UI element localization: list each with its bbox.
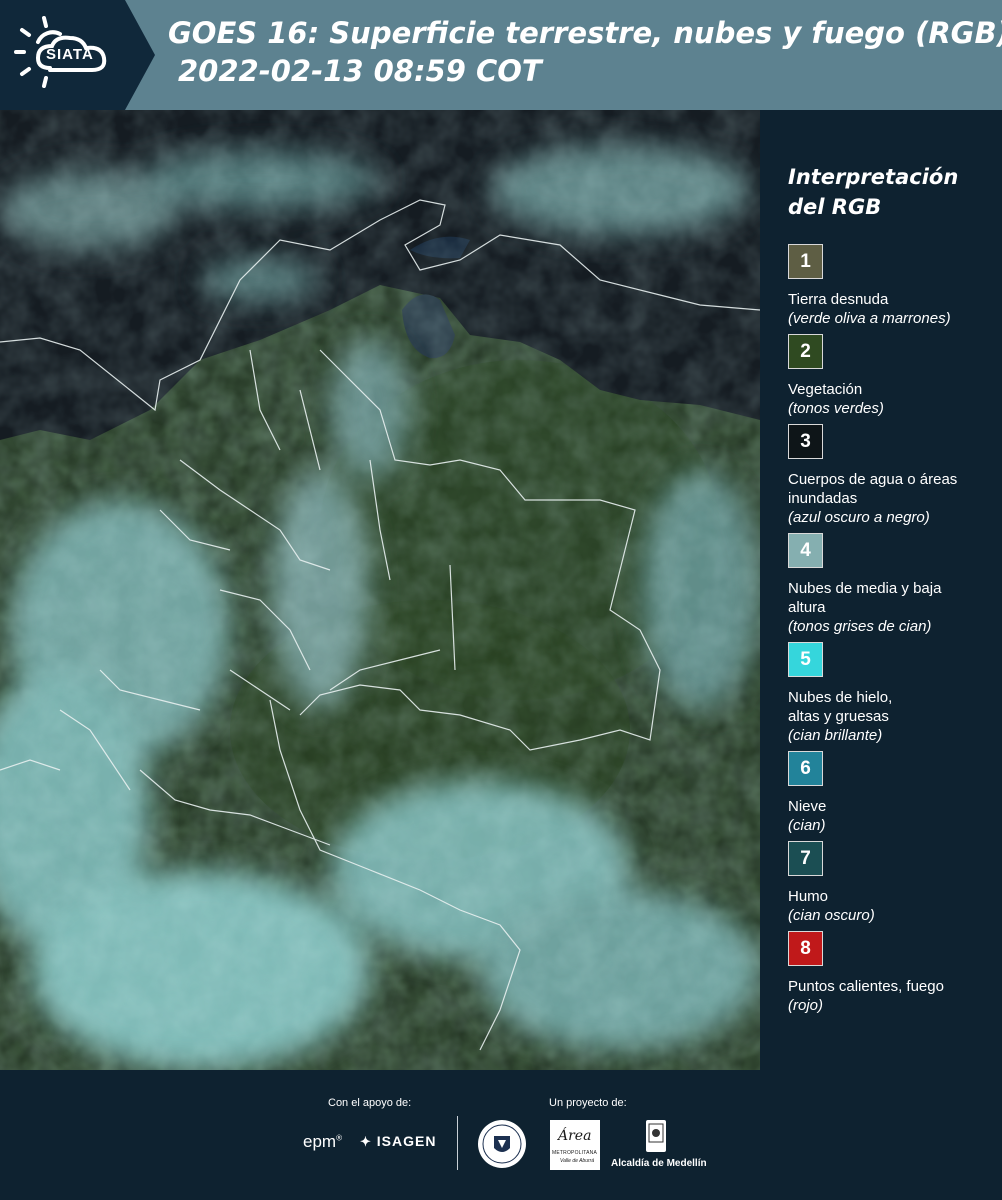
legend-swatch-4: 4 [788,533,823,568]
siata-logo-box: SIATA [0,0,125,110]
legend-item-4: 4 Nubes de media y baja altura (tonos gr… [788,533,998,636]
legend-desc-7: (cian oscuro) [788,907,875,924]
page-title: GOES 16: Superficie terrestre, nubes y f… [168,14,1002,90]
legend-item-3: 3 Cuerpos de agua o áreas inundadas (azu… [788,424,998,527]
area-logo-sub: Valle de Aburrá [560,1158,595,1164]
isagen-mark-icon: ✦ [360,1134,372,1149]
legend-title-line2: del RGB [788,195,882,219]
legend-label-2: Vegetación [788,381,863,398]
legend-title: Interpretación del RGB [788,162,988,222]
legend-label-8: Puntos calientes, fuego [788,978,944,995]
legend-desc-3: (azul oscuro a negro) [788,509,930,526]
legend-item-6: 6 Nieve (cian) [788,751,998,835]
title-timestamp: 2022-02-13 08:59 COT [178,54,542,88]
medellin-seal-icon [478,1120,526,1168]
legend-desc-2: (tonos verdes) [788,400,884,417]
legend-swatch-1: 1 [788,244,823,279]
legend-swatch-5: 5 [788,642,823,677]
satellite-map[interactable] [0,110,760,1070]
isagen-logo: ✦ ISAGEN [360,1133,436,1150]
alcaldia-logo-text: Alcaldía de Medellín [611,1158,707,1169]
legend-panel: Interpretación del RGB 1 Tierra desnuda … [760,110,1002,1070]
epm-logo: epm® [303,1132,342,1151]
legend-swatch-3: 3 [788,424,823,459]
area-metropolitana-logo: Área METROPOLITANA Valle de Aburrá [550,1120,600,1170]
legend-item-1: 1 Tierra desnuda (verde oliva a marrones… [788,244,998,328]
legend-label-1: Tierra desnuda [788,291,889,308]
header-chevron [125,0,155,110]
footer: Con el apoyo de: Un proyecto de: epm® ✦ … [0,1070,1002,1200]
legend-label-5: Nubes de hielo, altas y gruesas [788,689,893,725]
legend-item-7: 7 Humo (cian oscuro) [788,841,998,925]
satellite-rgb-image [0,110,760,1070]
legend-desc-6: (cian) [788,817,826,834]
legend-desc-4: (tonos grises de cian) [788,618,932,635]
project-label: Un proyecto de: [549,1097,627,1109]
header-bar: SIATA GOES 16: Superficie terrestre, nub… [0,0,1002,110]
legend-item-8: 8 Puntos calientes, fuego (rojo) [788,931,998,1015]
title-main: GOES 16: Superficie terrestre, nubes y f… [168,16,1002,50]
legend-desc-8: (rojo) [788,997,824,1014]
legend-desc-1: (verde oliva a marrones) [788,310,951,327]
legend-label-7: Humo [788,888,829,905]
legend-swatch-6: 6 [788,751,823,786]
legend-swatch-8: 8 [788,931,823,966]
isagen-logo-text: ISAGEN [376,1133,437,1149]
legend-swatch-7: 7 [788,841,823,876]
area-logo-bottom: METROPOLITANA [552,1150,598,1156]
legend-title-line1: Interpretación [788,165,959,189]
legend-label-3: Cuerpos de agua o áreas inundadas [788,471,958,507]
legend-label-4: Nubes de media y baja altura [788,580,942,616]
legend-desc-5: (cian brillante) [788,727,883,744]
epm-logo-text: epm [303,1132,337,1151]
legend-label-6: Nieve [788,798,827,815]
support-label: Con el apoyo de: [328,1097,412,1109]
legend-swatch-2: 2 [788,334,823,369]
siata-logo-text: SIATA [46,46,94,63]
legend-item-5: 5 Nubes de hielo, altas y gruesas (cian … [788,642,998,745]
area-logo-top: Área [558,1128,592,1144]
legend-item-2: 2 Vegetación (tonos verdes) [788,334,998,418]
alcaldia-crest-icon [646,1120,666,1152]
footer-divider [457,1116,458,1170]
